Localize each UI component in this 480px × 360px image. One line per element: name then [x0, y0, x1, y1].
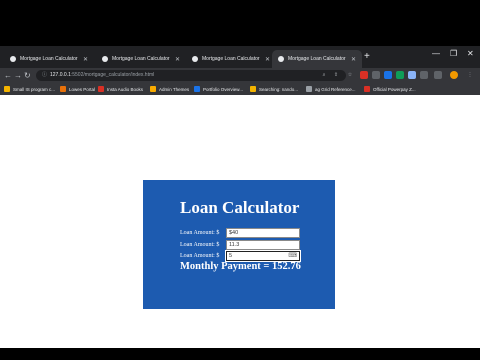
- close-tab-icon[interactable]: ✕: [265, 56, 270, 63]
- page-favicon-icon: [102, 56, 108, 62]
- bookmark-favicon-icon: [250, 86, 256, 92]
- interest-rate-label: Loan Amount: $: [180, 242, 220, 248]
- reload-icon[interactable]: ↻: [24, 70, 31, 81]
- bookmark-item[interactable]: Lowes Portal: [60, 85, 95, 93]
- bookmark-item[interactable]: Small IS program c...: [4, 85, 55, 93]
- bookmark-item[interactable]: Admin Themes: [150, 85, 189, 93]
- page-favicon-icon: [278, 56, 284, 62]
- tab-title: Mortgage Loan Calculator: [112, 56, 170, 62]
- page-favicon-icon: [192, 56, 198, 62]
- keyboard-icon[interactable]: ⌨: [288, 252, 297, 260]
- bookmark-favicon-icon: [98, 86, 104, 92]
- maximize-icon[interactable]: ❐: [450, 49, 457, 58]
- new-tab-button[interactable]: +: [364, 50, 370, 64]
- interest-rate-row: Loan Amount: $ 11.3: [180, 240, 300, 250]
- extensions-puzzle-icon[interactable]: [420, 71, 428, 79]
- back-icon[interactable]: ←: [4, 70, 12, 81]
- share-icon[interactable]: ⇪: [332, 71, 340, 79]
- page-viewport: Loan Calculator Loan Amount: $ $40 Loan …: [0, 95, 480, 348]
- interest-rate-input[interactable]: 11.3: [226, 240, 300, 250]
- browser-toolbar: ← → ↻ ⓘ 127.0.0.1:5502/mortgage_calculat…: [0, 68, 480, 83]
- window-close-icon[interactable]: ✕: [467, 49, 474, 58]
- tab-title: Mortgage Loan Calculator: [20, 56, 78, 62]
- loan-calculator-card: Loan Calculator Loan Amount: $ $40 Loan …: [143, 180, 335, 309]
- browser-tab-1[interactable]: Mortgage Loan Calculator ✕: [4, 50, 94, 68]
- browser-tab-4-active[interactable]: Mortgage Loan Calculator ✕: [272, 50, 362, 68]
- loan-term-label: Loan Amount: $: [180, 253, 220, 259]
- bookmark-favicon-icon: [4, 86, 10, 92]
- close-tab-icon[interactable]: ✕: [351, 56, 356, 63]
- extension-abp-icon[interactable]: [360, 71, 368, 79]
- bookmark-item[interactable]: Portfolio Overview...: [194, 85, 243, 93]
- loan-term-row: Loan Amount: $ 5 ⌨: [180, 250, 301, 262]
- bookmark-item[interactable]: Insta Audio Books: [98, 85, 143, 93]
- bookmark-star-icon[interactable]: ☆: [346, 71, 354, 79]
- bookmark-favicon-icon: [60, 86, 66, 92]
- bookmark-item[interactable]: Searching: nando...: [250, 85, 298, 93]
- close-tab-icon[interactable]: ✕: [175, 56, 180, 63]
- bookmark-favicon-icon: [194, 86, 200, 92]
- bookmarks-bar: Small IS program c... Lowes Portal Insta…: [0, 83, 480, 95]
- close-tab-icon[interactable]: ✕: [83, 56, 88, 63]
- loan-amount-row: Loan Amount: $ $40: [180, 228, 300, 238]
- loan-amount-input[interactable]: $40: [226, 228, 300, 238]
- browser-tab-2[interactable]: Mortgage Loan Calculator ✕: [96, 50, 186, 68]
- menu-kebab-icon[interactable]: ⋮: [466, 71, 474, 79]
- forward-icon[interactable]: →: [14, 70, 22, 81]
- zoom-icon[interactable]: ⌕: [320, 71, 328, 79]
- monthly-payment-result: Monthly Payment = 152.76: [180, 261, 301, 272]
- loan-amount-label: Loan Amount: $: [180, 230, 220, 236]
- browser-window: Mortgage Loan Calculator ✕ Mortgage Loan…: [0, 46, 480, 348]
- bookmark-favicon-icon: [150, 86, 156, 92]
- bookmark-favicon-icon: [364, 86, 370, 92]
- minimize-icon[interactable]: —: [432, 49, 440, 58]
- site-info-icon[interactable]: ⓘ: [42, 70, 47, 81]
- tab-strip: Mortgage Loan Calculator ✕ Mortgage Loan…: [0, 46, 480, 68]
- extension-icon[interactable]: [372, 71, 380, 79]
- url-text: 127.0.0.1:5502/mortgage_calculator/index…: [50, 72, 155, 78]
- extension-icon[interactable]: [396, 71, 404, 79]
- side-panel-icon[interactable]: [434, 71, 442, 79]
- bookmark-favicon-icon: [306, 86, 312, 92]
- bookmark-item[interactable]: ag Grid Reference...: [306, 85, 356, 93]
- tab-title: Mortgage Loan Calculator: [202, 56, 260, 62]
- loan-term-input[interactable]: 5 ⌨: [225, 250, 301, 262]
- bookmark-item[interactable]: Official Powerpay Z...: [364, 85, 416, 93]
- address-bar[interactable]: ⓘ 127.0.0.1:5502/mortgage_calculator/ind…: [36, 70, 346, 81]
- tab-title: Mortgage Loan Calculator: [288, 56, 346, 62]
- loan-term-value: 5: [229, 253, 233, 259]
- extension-icon[interactable]: [408, 71, 416, 79]
- page-favicon-icon: [10, 56, 16, 62]
- extension-icon[interactable]: [384, 71, 392, 79]
- page-title: Loan Calculator: [180, 198, 300, 217]
- profile-avatar-icon[interactable]: [450, 71, 458, 79]
- browser-tab-3[interactable]: Mortgage Loan Calculator ✕: [186, 50, 276, 68]
